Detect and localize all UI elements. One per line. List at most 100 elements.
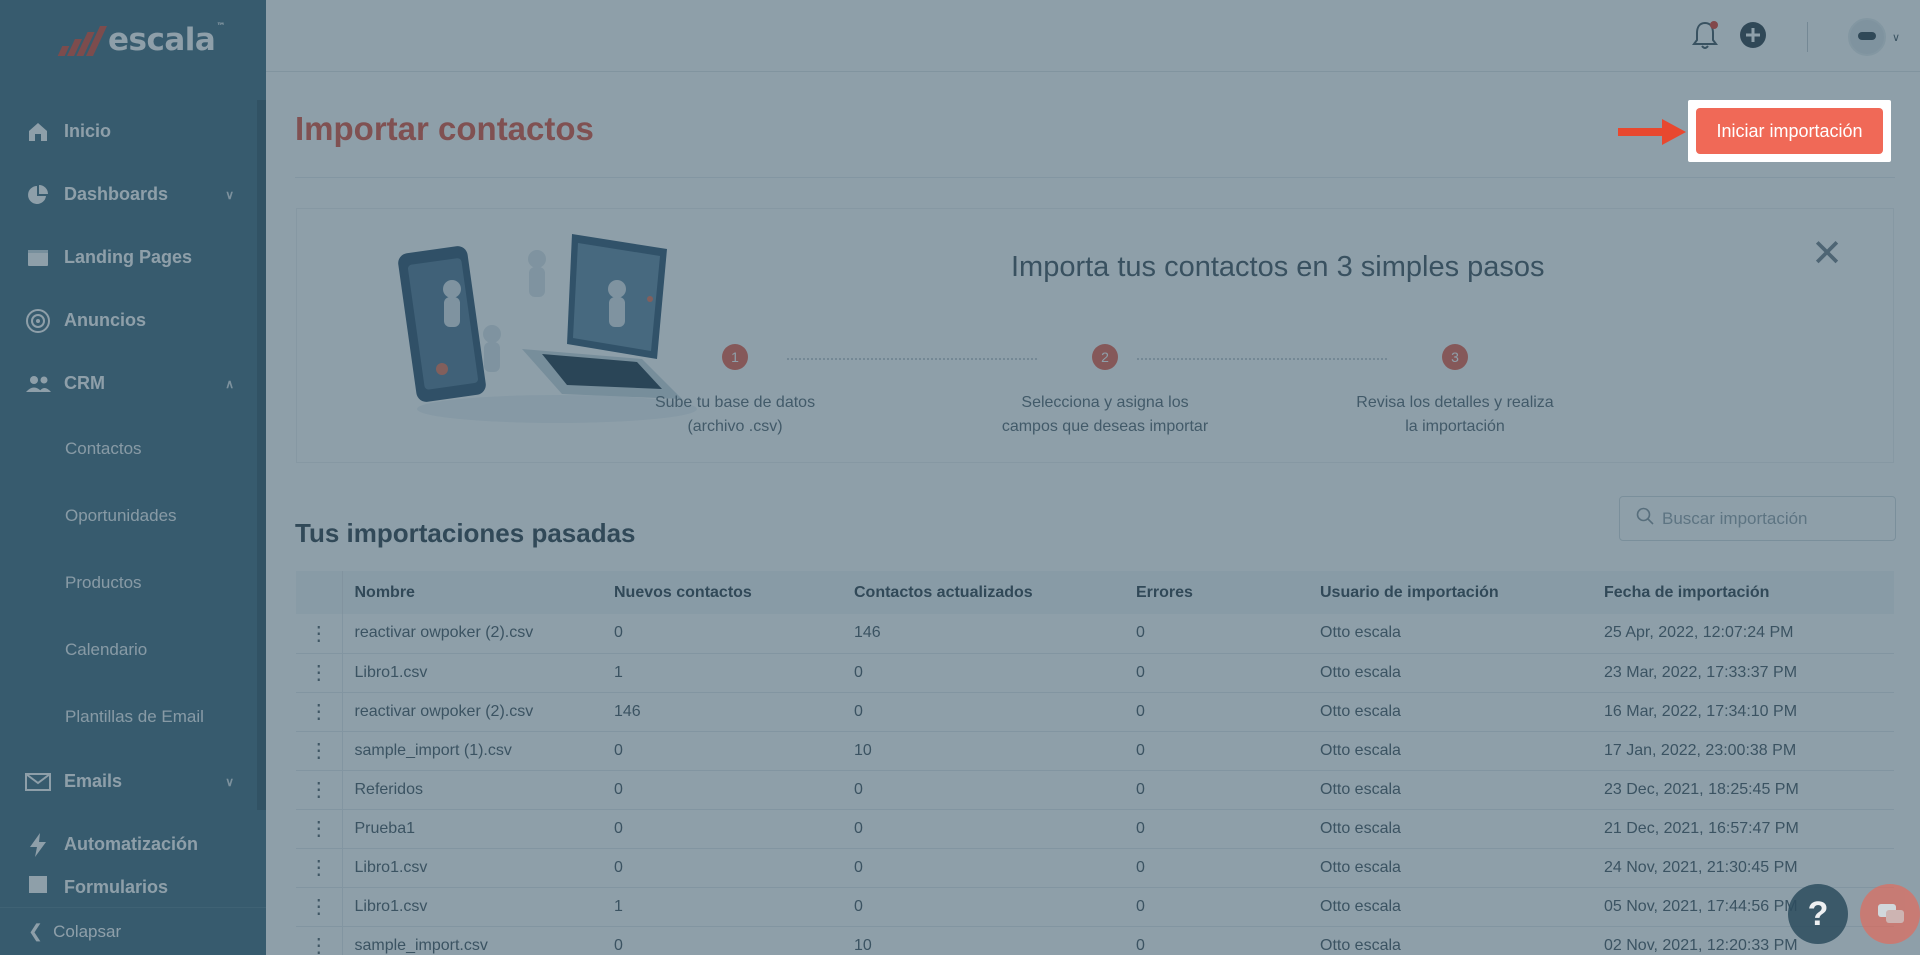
- header-divider: [1806, 22, 1808, 52]
- top-bar: ∨: [266, 0, 1920, 72]
- cell-actualizados: 0: [854, 663, 863, 681]
- cell-nuevos: 0: [614, 936, 623, 954]
- sidebar-item-inicio[interactable]: Inicio: [0, 100, 266, 163]
- row-menu-icon[interactable]: ⋮: [296, 653, 343, 692]
- row-menu-icon[interactable]: ⋮: [296, 848, 343, 887]
- sidebar-item-emails[interactable]: Emails ∨: [0, 750, 266, 813]
- cell-usuario: Otto escala: [1320, 663, 1401, 681]
- header-nombre[interactable]: Nombre: [342, 571, 614, 614]
- row-menu-icon[interactable]: ⋮: [296, 731, 343, 770]
- cell-errores: 0: [1136, 702, 1145, 720]
- table-row[interactable]: ⋮ Libro1.csv 1 0 0 Otto escala 23 Mar, 2022, 1…: [296, 653, 1894, 692]
- cell-nombre: sample_import (1).csv: [354, 741, 512, 759]
- start-import-button[interactable]: Iniciar importación: [1696, 108, 1883, 154]
- lightning-icon: [24, 831, 52, 859]
- sidebar-item-automatizacion[interactable]: Automatización: [0, 813, 266, 876]
- table-row[interactable]: ⋮ reactivar owpoker (2).csv 0 146 0 Otto esca…: [296, 614, 1894, 653]
- steps-title: Importa tus contactos en 3 simples pasos: [1011, 251, 1545, 283]
- header-fecha[interactable]: Fecha de importación: [1604, 571, 1894, 614]
- step-text-line: (archivo .csv): [687, 418, 783, 435]
- close-icon[interactable]: ✕: [1811, 235, 1843, 273]
- cell-errores: 0: [1136, 858, 1145, 876]
- cell-fecha: 24 Nov, 2021, 21:30:45 PM: [1604, 858, 1798, 876]
- table-row[interactable]: ⋮ reactivar owpoker (2).csv 146 0 0 Otto esca…: [296, 692, 1894, 731]
- table-row[interactable]: ⋮ Libro1.csv 0 0 0 Otto escala 24 Nov, 2021, 2…: [296, 848, 1894, 887]
- sidebar-item-contactos[interactable]: Contactos: [0, 415, 266, 482]
- cell-nuevos: 0: [614, 624, 623, 642]
- mail-icon: [24, 768, 52, 796]
- sidebar-item-oportunidades[interactable]: Oportunidades: [0, 482, 266, 549]
- cell-nombre: sample_import.csv: [354, 936, 488, 954]
- sidebar-nav: Inicio Dashboards ∨ Landing Pages Anunci…: [0, 100, 266, 898]
- step-text-line: la importación: [1405, 418, 1505, 435]
- sidebar-item-landing-pages[interactable]: Landing Pages: [0, 226, 266, 289]
- cell-fecha: 23 Mar, 2022, 17:33:37 PM: [1604, 663, 1798, 681]
- page-title: Importar contactos: [295, 110, 594, 147]
- row-menu-icon[interactable]: ⋮: [296, 692, 343, 731]
- sidebar-item-calendario[interactable]: Calendario: [0, 616, 266, 683]
- cell-usuario: Otto escala: [1320, 741, 1401, 759]
- step-text-line: Revisa los detalles y realiza: [1356, 394, 1554, 411]
- imports-table: Nombre Nuevos contactos Contactos actual…: [296, 571, 1894, 955]
- table-row[interactable]: ⋮ sample_import.csv 0 10 0 Otto escala 02 Nov,…: [296, 926, 1894, 955]
- header-errores[interactable]: Errores: [1136, 571, 1320, 614]
- chevron-down-icon: ∨: [225, 774, 234, 789]
- chevron-up-icon: ∧: [225, 376, 234, 391]
- cell-errores: 0: [1136, 624, 1145, 642]
- header-contactos-actualizados[interactable]: Contactos actualizados: [854, 571, 1136, 614]
- cell-errores: 0: [1136, 936, 1145, 954]
- step-3: 3 Revisa los detalles y realiza la impor…: [1310, 344, 1600, 439]
- search-input[interactable]: Buscar importación: [1619, 496, 1896, 541]
- cell-nuevos: 0: [614, 858, 623, 876]
- sidebar-item-formularios[interactable]: Formularios: [0, 876, 266, 898]
- cell-nuevos: 146: [614, 702, 641, 720]
- bell-icon[interactable]: [1691, 20, 1719, 55]
- import-steps-card: Importa tus contactos en 3 simples pasos…: [296, 208, 1894, 463]
- cell-errores: 0: [1136, 663, 1145, 681]
- help-button[interactable]: ?: [1788, 884, 1848, 944]
- table-row[interactable]: ⋮ Libro1.csv 1 0 0 Otto escala 05 Nov, 2021, 1…: [296, 887, 1894, 926]
- step-number: 1: [722, 344, 748, 370]
- chat-button[interactable]: [1860, 884, 1920, 944]
- sidebar-item-productos[interactable]: Productos: [0, 549, 266, 616]
- row-menu-icon[interactable]: ⋮: [296, 887, 343, 926]
- past-imports-title: Tus importaciones pasadas: [295, 518, 636, 548]
- cell-errores: 0: [1136, 780, 1145, 798]
- step-number: 3: [1442, 344, 1468, 370]
- cell-fecha: 23 Dec, 2021, 18:25:45 PM: [1604, 780, 1799, 798]
- actions-header: [296, 571, 343, 614]
- logo-text: escala™: [108, 22, 225, 58]
- escala-logo[interactable]: escala™: [54, 22, 225, 58]
- row-menu-icon[interactable]: ⋮: [296, 770, 343, 809]
- cell-usuario: Otto escala: [1320, 624, 1401, 642]
- sidebar-item-dashboards[interactable]: Dashboards ∨: [0, 163, 266, 226]
- collapse-sidebar-button[interactable]: ❮ Colapsar: [0, 907, 266, 955]
- cell-fecha: 17 Jan, 2022, 23:00:38 PM: [1604, 741, 1797, 759]
- sidebar-item-plantillas-email[interactable]: Plantillas de Email: [0, 683, 266, 750]
- cell-nuevos: 0: [614, 780, 623, 798]
- cell-usuario: Otto escala: [1320, 780, 1401, 798]
- table-row[interactable]: ⋮ sample_import (1).csv 0 10 0 Otto escala 17 …: [296, 731, 1894, 770]
- step-text-line: Selecciona y asigna los: [1021, 394, 1189, 411]
- header-usuario[interactable]: Usuario de importación: [1320, 571, 1604, 614]
- chat-icon: [1876, 902, 1906, 933]
- cell-usuario: Otto escala: [1320, 897, 1401, 915]
- row-menu-icon[interactable]: ⋮: [296, 809, 343, 848]
- table-header-row: Nombre Nuevos contactos Contactos actual…: [296, 571, 1894, 614]
- user-menu[interactable]: ∨: [1847, 18, 1900, 56]
- chevron-left-icon: ❮: [28, 921, 44, 941]
- plus-circle-icon[interactable]: [1739, 21, 1767, 54]
- sidebar-item-anuncios[interactable]: Anuncios: [0, 289, 266, 352]
- cell-fecha: 02 Nov, 2021, 12:20:33 PM: [1604, 936, 1798, 954]
- top-bar-icons: ∨: [1691, 18, 1900, 56]
- table-row[interactable]: ⋮ Referidos 0 0 0 Otto escala 23 Dec, 2021, 18…: [296, 770, 1894, 809]
- row-menu-icon[interactable]: ⋮: [296, 926, 343, 955]
- sidebar-item-crm[interactable]: CRM ∧: [0, 352, 266, 415]
- table-row[interactable]: ⋮ Prueba1 0 0 0 Otto escala 21 Dec, 2021, 16:5…: [296, 809, 1894, 848]
- row-menu-icon[interactable]: ⋮: [296, 614, 343, 653]
- header-nuevos-contactos[interactable]: Nuevos contactos: [614, 571, 854, 614]
- arrow-right-icon: [1618, 119, 1686, 145]
- browser-window-icon: [24, 244, 52, 272]
- cell-nombre: Referidos: [354, 780, 423, 798]
- notification-dot: [1709, 20, 1718, 29]
